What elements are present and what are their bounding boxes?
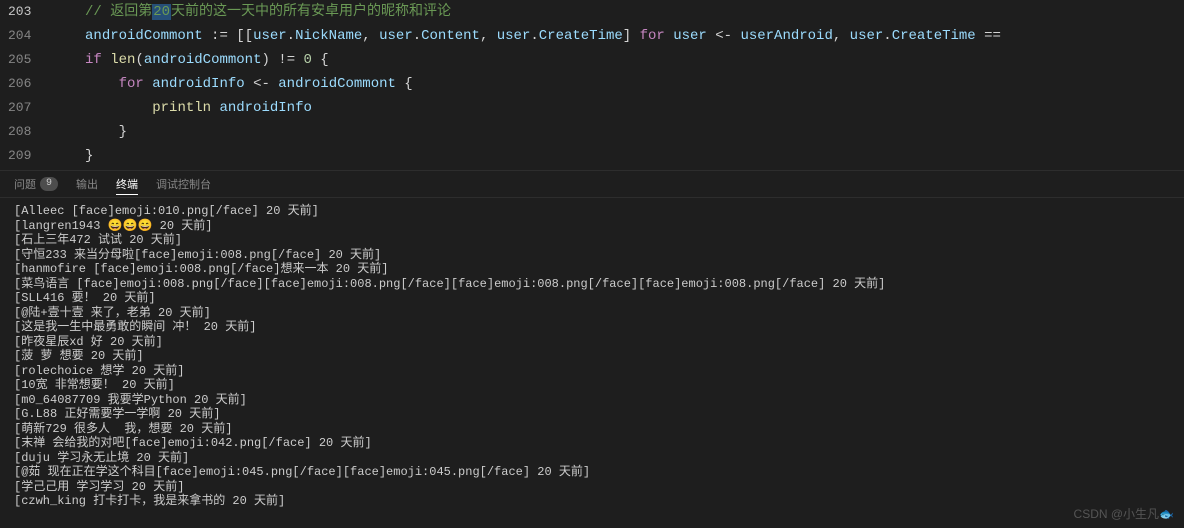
terminal-line: [菠 萝 想要 20 天前]: [14, 349, 1170, 364]
terminal-line: [G.L88 正好需要学一学啊 20 天前]: [14, 407, 1170, 422]
terminal-line: [hanmofire [face]emoji:008.png[/face]想来一…: [14, 262, 1170, 277]
line-number: 203: [8, 0, 31, 24]
code-line[interactable]: for androidInfo <- androidCommont {: [51, 72, 1176, 96]
code-line[interactable]: // 返回第20天前的这一天中的所有安卓用户的昵称和评论: [51, 0, 1176, 24]
terminal-line: [这是我一生中最勇敢的瞬间 冲！ 20 天前]: [14, 320, 1170, 335]
panel-tab-label: 问题: [14, 176, 36, 192]
panel-tab-label: 调试控制台: [156, 176, 211, 192]
terminal-line: [czwh_king 打卡打卡，我是来拿书的 20 天前]: [14, 494, 1170, 508]
line-number: 208: [8, 120, 31, 144]
panel-tab-label: 终端: [116, 176, 138, 192]
terminal-line: [菜鸟语言 [face]emoji:008.png[/face][face]em…: [14, 277, 1170, 292]
terminal-line: [m0_64087709 我要学Python 20 天前]: [14, 393, 1170, 408]
panel-tab-调试控制台[interactable]: 调试控制台: [156, 174, 211, 194]
panel-tab-label: 输出: [76, 176, 98, 192]
terminal-line: [Alleec [face]emoji:010.png[/face] 20 天前…: [14, 204, 1170, 219]
terminal-line: [10宽 非常想要！ 20 天前]: [14, 378, 1170, 393]
code-line[interactable]: if len(androidCommont) != 0 {: [51, 48, 1176, 72]
terminal-line: [rolechoice 想学 20 天前]: [14, 364, 1170, 379]
line-number: 204: [8, 24, 31, 48]
code-line[interactable]: }: [51, 144, 1176, 168]
terminal-line: [@陆+壹十壹 来了，老弟 20 天前]: [14, 306, 1170, 321]
panel-tab-终端[interactable]: 终端: [116, 174, 138, 195]
terminal-line: [萌新729 很多人 我，想要 20 天前]: [14, 422, 1170, 437]
panel-tab-输出[interactable]: 输出: [76, 174, 98, 194]
watermark: CSDN @小生凡🐟: [1074, 505, 1174, 522]
terminal-line: [SLL416 要！ 20 天前]: [14, 291, 1170, 306]
code-line[interactable]: println androidInfo: [51, 96, 1176, 120]
terminal-line: [石上三年472 试试 20 天前]: [14, 233, 1170, 248]
terminal-line: [duju 学习永无止境 20 天前]: [14, 451, 1170, 466]
line-number: 206: [8, 72, 31, 96]
terminal-line: [@茹 现在正在学这个科目[face]emoji:045.png[/face][…: [14, 465, 1170, 480]
code-content[interactable]: // 返回第20天前的这一天中的所有安卓用户的昵称和评论 androidComm…: [43, 0, 1184, 170]
line-number: 205: [8, 48, 31, 72]
problems-badge: 9: [40, 177, 58, 191]
panel-tab-bar: 问题 9 输出 终端 调试控制台: [0, 170, 1184, 198]
code-editor[interactable]: 203204205206207208209 // 返回第20天前的这一天中的所有…: [0, 0, 1184, 170]
terminal-line: [langren1943 😄😄😄 20 天前]: [14, 219, 1170, 234]
terminal-line: [末禅 会给我的对吧[face]emoji:042.png[/face] 20 …: [14, 436, 1170, 451]
line-number: 207: [8, 96, 31, 120]
terminal-line: [学己己用 学习学习 20 天前]: [14, 480, 1170, 495]
terminal-panel[interactable]: [Alleec [face]emoji:010.png[/face] 20 天前…: [0, 198, 1184, 508]
panel-tab-问题[interactable]: 问题 9: [14, 174, 58, 194]
code-line[interactable]: androidCommont := [[user.NickName, user.…: [51, 24, 1176, 48]
line-number: 209: [8, 144, 31, 168]
terminal-line: [守恒233 来当分母啦[face]emoji:008.png[/face] 2…: [14, 248, 1170, 263]
terminal-line: [昨夜星辰xd 好 20 天前]: [14, 335, 1170, 350]
line-number-gutter: 203204205206207208209: [0, 0, 43, 170]
code-line[interactable]: }: [51, 120, 1176, 144]
